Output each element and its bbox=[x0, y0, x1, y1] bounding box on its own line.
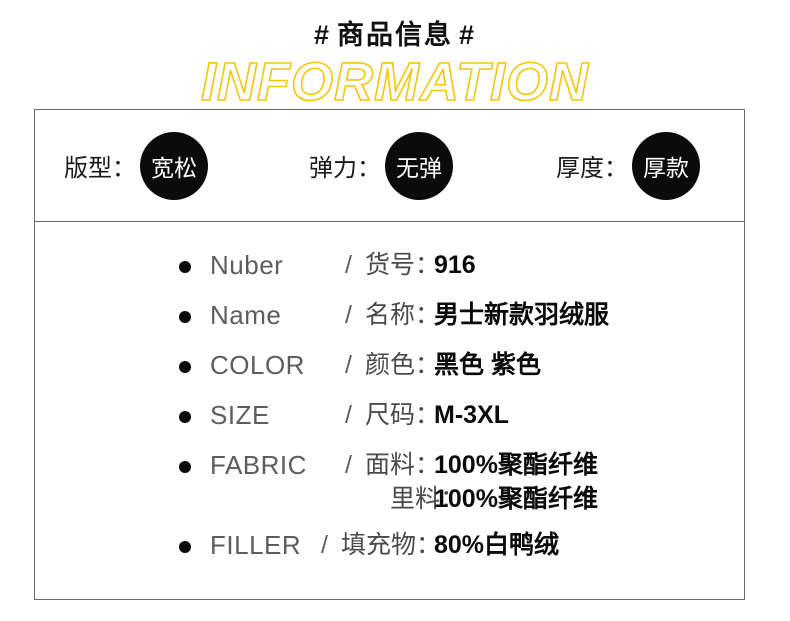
spec-line: / 货号： 916 bbox=[35, 248, 744, 282]
page-title-block: INFORMATION # 商品信息 # bbox=[0, 22, 790, 110]
page-title: # 商品信息 # bbox=[0, 22, 790, 49]
spec-row-color: COLOR / 颜色： 黑色 紫色 bbox=[35, 348, 744, 398]
page-title-text: 商品信息 bbox=[337, 20, 453, 50]
information-frame: 版型： 宽松 弹力： 无弹 厚度： 厚款 Nuber / 货号： 916 Nam… bbox=[34, 109, 745, 600]
spec-value-size: M-3XL bbox=[434, 401, 509, 429]
attribute-fit-badge: 宽松 bbox=[140, 131, 208, 200]
slash-separator: / bbox=[345, 351, 352, 379]
spec-value-shell: 100%聚酯纤维 bbox=[434, 451, 598, 479]
spec-line: / 颜色： 黑色 紫色 bbox=[35, 348, 744, 382]
spec-value-filler: 80%白鸭绒 bbox=[434, 531, 560, 559]
attribute-row: 版型： 宽松 弹力： 无弹 厚度： 厚款 bbox=[35, 110, 744, 222]
spec-value-color: 黑色 紫色 bbox=[434, 351, 541, 379]
spec-row-number: Nuber / 货号： 916 bbox=[35, 248, 744, 298]
spec-cn-label-size: 尺码： bbox=[365, 401, 441, 429]
spec-row-name: Name / 名称： 男士新款羽绒服 bbox=[35, 298, 744, 348]
attribute-elasticity: 弹力： 无弹 bbox=[309, 110, 453, 221]
spec-value-number: 916 bbox=[434, 251, 476, 279]
spec-cn-label-name: 名称： bbox=[365, 301, 441, 329]
slash-separator: / bbox=[345, 451, 352, 479]
spec-cn-label-color: 颜色： bbox=[365, 351, 441, 379]
slash-separator: / bbox=[345, 251, 352, 279]
spec-row-size: SIZE / 尺码： M-3XL bbox=[35, 398, 744, 448]
attribute-elasticity-label: 弹力： bbox=[309, 155, 381, 182]
spec-cn-label-filler: 填充物： bbox=[341, 531, 442, 559]
attribute-thickness-badge: 厚款 bbox=[632, 131, 700, 200]
spec-value-lining: 100%聚酯纤维 bbox=[434, 485, 598, 513]
attribute-thickness-label: 厚度： bbox=[556, 155, 628, 182]
slash-separator: / bbox=[321, 531, 328, 559]
attribute-fit-label: 版型： bbox=[64, 155, 136, 182]
spec-line: / 填充物： 80%白鸭绒 bbox=[35, 528, 744, 562]
spec-line: / 面料： 100%聚酯纤维 bbox=[35, 448, 744, 482]
slash-separator: / bbox=[345, 301, 352, 329]
attribute-elasticity-badge: 无弹 bbox=[385, 131, 453, 200]
spec-row-fabric: FABRIC / 面料： 100%聚酯纤维 里料： 100%聚酯纤维 bbox=[35, 448, 744, 528]
spec-list: Nuber / 货号： 916 Name / 名称： 男士新款羽绒服 COLOR… bbox=[35, 222, 744, 578]
spec-line: 里料： 100%聚酯纤维 bbox=[35, 482, 744, 516]
spec-row-filler: FILLER / 填充物： 80%白鸭绒 bbox=[35, 528, 744, 578]
attribute-thickness: 厚度： 厚款 bbox=[556, 110, 700, 221]
spec-line: / 尺码： M-3XL bbox=[35, 398, 744, 432]
spec-cn-label-shell: 面料： bbox=[365, 451, 441, 479]
hash-left: # bbox=[313, 20, 331, 50]
spec-value-name: 男士新款羽绒服 bbox=[434, 301, 610, 329]
title-outline-information: INFORMATION bbox=[200, 52, 589, 112]
spec-cn-label-number: 货号： bbox=[365, 251, 441, 279]
slash-separator: / bbox=[345, 401, 352, 429]
spec-line: / 名称： 男士新款羽绒服 bbox=[35, 298, 744, 332]
attribute-fit: 版型： 宽松 bbox=[64, 110, 208, 221]
hash-right: # bbox=[459, 20, 477, 50]
